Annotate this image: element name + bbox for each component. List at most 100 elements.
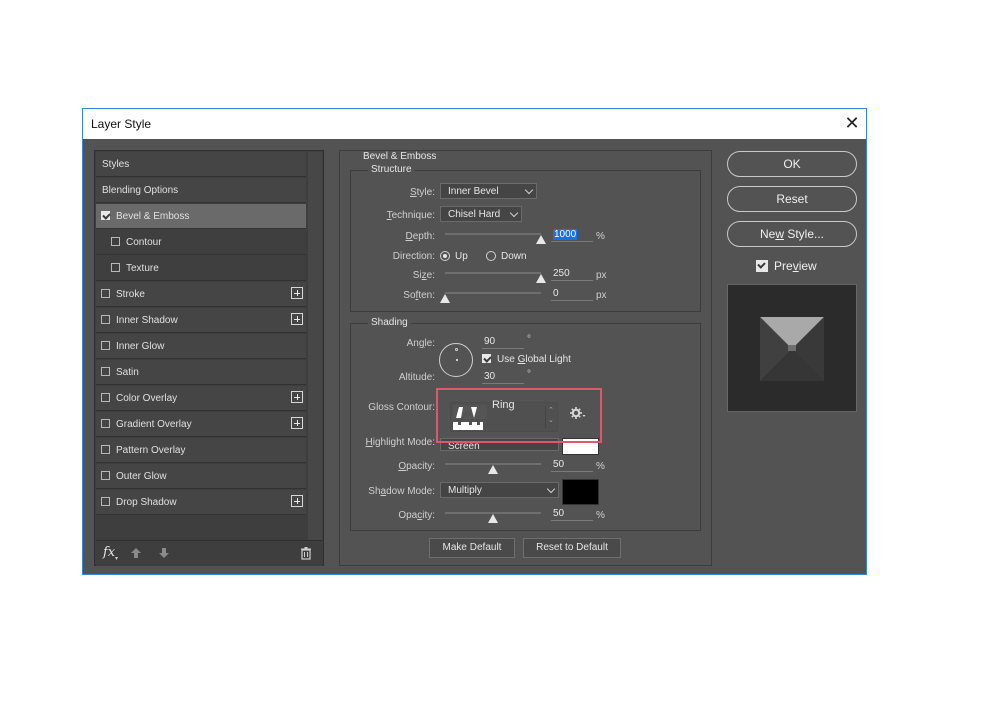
technique-value: Chisel Hard bbox=[448, 209, 501, 220]
reset-button[interactable]: Reset bbox=[727, 186, 857, 212]
preview-checkbox[interactable] bbox=[756, 260, 768, 272]
style-item-checkbox[interactable] bbox=[101, 497, 110, 506]
size-input[interactable]: 250 bbox=[551, 268, 593, 281]
size-slider[interactable] bbox=[445, 272, 541, 274]
style-item-label: Bevel & Emboss bbox=[116, 211, 190, 222]
bevel-emboss-panel: Bevel & Emboss Structure Style: Inner Be… bbox=[339, 150, 712, 566]
title-bar: Layer Style ✕ bbox=[83, 109, 866, 139]
add-effect-icon[interactable] bbox=[291, 313, 303, 325]
style-item-label: Color Overlay bbox=[116, 393, 178, 404]
style-item-satin[interactable]: Satin bbox=[96, 360, 306, 385]
add-effect-icon[interactable] bbox=[291, 495, 303, 507]
style-dropdown[interactable]: Inner Bevel bbox=[440, 183, 537, 199]
style-item-label: Pattern Overlay bbox=[116, 445, 186, 456]
depth-value: 1000 bbox=[553, 229, 578, 240]
shadow-mode-dropdown[interactable]: Multiply bbox=[440, 482, 559, 498]
depth-slider-thumb[interactable] bbox=[536, 235, 546, 244]
depth-input[interactable]: 1000 bbox=[551, 229, 593, 242]
style-item-checkbox[interactable] bbox=[101, 419, 110, 428]
style-item-checkbox[interactable] bbox=[101, 445, 110, 454]
style-item-checkbox[interactable] bbox=[101, 471, 110, 480]
structure-group: Structure Style: Inner Bevel Technique: … bbox=[350, 164, 701, 312]
highlight-opacity-thumb[interactable] bbox=[488, 465, 498, 474]
style-item-checkbox[interactable] bbox=[111, 263, 120, 272]
style-item-label: Drop Shadow bbox=[116, 497, 177, 508]
style-item-pattern-overlay[interactable]: Pattern Overlay bbox=[96, 438, 306, 463]
style-item-styles[interactable]: Styles bbox=[96, 152, 306, 177]
preview-label: Preview bbox=[774, 259, 817, 273]
highlight-opacity-label: Opacity: bbox=[398, 461, 435, 472]
new-style-button[interactable]: New Style... bbox=[727, 221, 857, 247]
use-global-light-label: Use Global Light bbox=[497, 354, 571, 365]
direction-up-radio[interactable] bbox=[440, 251, 450, 261]
angle-label: Angle: bbox=[406, 338, 435, 349]
soften-slider-thumb[interactable] bbox=[440, 294, 450, 303]
fx-button[interactable]: fx bbox=[103, 545, 115, 560]
style-item-label: Gradient Overlay bbox=[116, 419, 192, 430]
angle-dial-marker bbox=[455, 348, 458, 351]
structure-title: Structure bbox=[368, 164, 415, 175]
style-label: Style: bbox=[409, 187, 435, 198]
styles-scrollbar[interactable] bbox=[308, 152, 322, 540]
technique-label: Technique: bbox=[386, 210, 435, 221]
style-item-checkbox[interactable] bbox=[101, 393, 110, 402]
style-item-label: Satin bbox=[116, 367, 139, 378]
angle-input[interactable]: 90 bbox=[482, 336, 524, 349]
add-effect-icon[interactable] bbox=[291, 391, 303, 403]
shadow-color-swatch[interactable] bbox=[562, 479, 599, 505]
style-item-inner-glow[interactable]: Inner Glow bbox=[96, 334, 306, 359]
angle-dial[interactable] bbox=[439, 343, 473, 377]
highlight-opacity-input[interactable]: 50 bbox=[551, 459, 593, 472]
style-item-texture[interactable]: Texture bbox=[96, 256, 306, 281]
style-item-label: Inner Glow bbox=[116, 341, 165, 352]
style-item-checkbox[interactable] bbox=[101, 341, 110, 350]
size-unit: px bbox=[596, 270, 607, 281]
style-item-gradient-overlay[interactable]: Gradient Overlay bbox=[96, 412, 306, 437]
style-item-drop-shadow[interactable]: Drop Shadow bbox=[96, 490, 306, 515]
style-item-outer-glow[interactable]: Outer Glow bbox=[96, 464, 306, 489]
reset-to-default-button[interactable]: Reset to Default bbox=[523, 538, 621, 558]
arrow-up-icon[interactable] bbox=[130, 547, 142, 559]
style-item-label: Outer Glow bbox=[116, 471, 167, 482]
style-item-checkbox[interactable] bbox=[101, 211, 110, 220]
shadow-opacity-input[interactable]: 50 bbox=[551, 508, 593, 521]
depth-slider[interactable] bbox=[445, 233, 541, 235]
shadow-opacity-thumb[interactable] bbox=[488, 514, 498, 523]
add-effect-icon[interactable] bbox=[291, 287, 303, 299]
altitude-input[interactable]: 30 bbox=[482, 371, 524, 384]
ok-button[interactable]: OK bbox=[727, 151, 857, 177]
style-item-label: Contour bbox=[126, 237, 162, 248]
soften-unit: px bbox=[596, 290, 607, 301]
trash-icon[interactable] bbox=[300, 547, 312, 560]
soften-slider[interactable] bbox=[445, 292, 541, 294]
gloss-contour-label: Gloss Contour: bbox=[368, 402, 435, 413]
style-item-checkbox[interactable] bbox=[111, 237, 120, 246]
chevron-down-icon bbox=[509, 208, 519, 218]
style-item-checkbox[interactable] bbox=[101, 367, 110, 376]
arrow-down-icon[interactable] bbox=[158, 547, 170, 559]
technique-dropdown[interactable]: Chisel Hard bbox=[440, 206, 522, 222]
style-item-checkbox[interactable] bbox=[101, 315, 110, 324]
add-effect-icon[interactable] bbox=[291, 417, 303, 429]
direction-down-radio[interactable] bbox=[486, 251, 496, 261]
use-global-light-checkbox[interactable] bbox=[482, 354, 491, 363]
highlight-annotation-box bbox=[436, 388, 602, 443]
style-item-contour[interactable]: Contour bbox=[96, 230, 306, 255]
style-item-color-overlay[interactable]: Color Overlay bbox=[96, 386, 306, 411]
style-item-inner-shadow[interactable]: Inner Shadow bbox=[96, 308, 306, 333]
soften-input[interactable]: 0 bbox=[551, 288, 593, 301]
style-item-label: Texture bbox=[126, 263, 159, 274]
close-icon[interactable]: ✕ bbox=[841, 111, 863, 135]
shadow-mode-value: Multiply bbox=[448, 485, 482, 496]
altitude-label: Altitude: bbox=[398, 372, 435, 383]
make-default-button[interactable]: Make Default bbox=[429, 538, 515, 558]
size-slider-thumb[interactable] bbox=[536, 274, 546, 283]
shadow-opacity-label: Opacity: bbox=[398, 510, 435, 521]
highlight-mode-label: Highlight Mode: bbox=[365, 437, 436, 448]
style-item-blending-options[interactable]: Blending Options bbox=[96, 178, 306, 203]
chevron-down-icon bbox=[546, 484, 556, 494]
style-item-bevel-emboss[interactable]: Bevel & Emboss bbox=[96, 204, 306, 229]
shadow-opacity-unit: % bbox=[596, 510, 605, 521]
style-item-checkbox[interactable] bbox=[101, 289, 110, 298]
style-item-stroke[interactable]: Stroke bbox=[96, 282, 306, 307]
